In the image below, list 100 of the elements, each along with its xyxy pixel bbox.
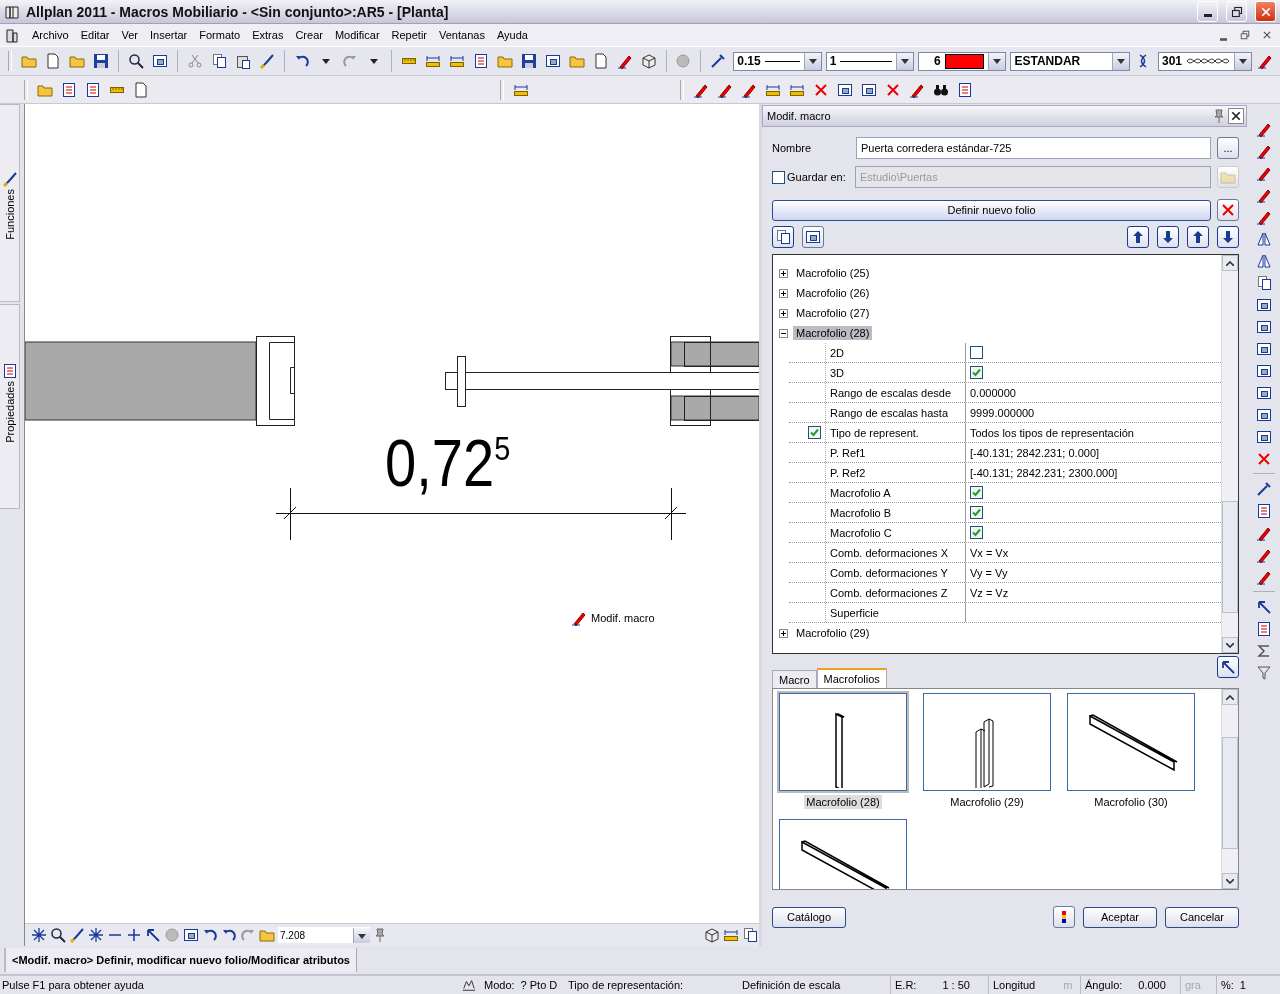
delete-button[interactable]	[1217, 199, 1239, 221]
property-value: [-40.131; 2842.231; 0.000]	[970, 446, 1100, 459]
scroll-down-icon[interactable]	[1226, 878, 1234, 884]
folder-icon	[68, 53, 85, 69]
window-icon	[837, 81, 853, 98]
hatch-dropdown[interactable]: 301	[1158, 51, 1253, 71]
macro-thumbnail[interactable]	[779, 819, 907, 889]
window-icon	[151, 53, 168, 69]
move-button[interactable]	[1187, 226, 1209, 248]
checkbox[interactable]	[970, 506, 983, 519]
field-label: Guardar en:	[787, 171, 847, 183]
menu-item[interactable]: Insertar	[149, 29, 188, 41]
scroll-up-icon[interactable]	[1226, 694, 1234, 700]
tree-item[interactable]: Macrofolio (27)	[793, 306, 873, 320]
checkbox[interactable]	[970, 346, 983, 359]
checkbox[interactable]	[970, 526, 983, 539]
asterisk-icon	[30, 927, 47, 943]
macro-thumbnail[interactable]	[923, 693, 1051, 791]
menu-item[interactable]: Repetir	[391, 29, 427, 41]
floppy-icon	[520, 53, 537, 69]
minimize-icon	[1219, 37, 1227, 41]
tab[interactable]: Macrofolios	[816, 668, 887, 688]
hatch-pattern-icon	[1186, 55, 1231, 67]
property-name: P. Ref2	[825, 463, 965, 482]
property-value: 9999.000000	[970, 406, 1035, 419]
cross-icon	[1255, 450, 1272, 467]
tree-item[interactable]: Macrofolio (25)	[793, 266, 873, 280]
define-folio-button[interactable]: Definir nuevo folio	[772, 199, 1211, 221]
window-icon	[182, 927, 199, 943]
layer-dropdown[interactable]: ESTANDAR	[1010, 51, 1130, 71]
command-prompt: <Modif. macro> Definir, modificar nuevo folio/Modificar atributos	[4, 948, 357, 972]
tree-item[interactable]: Macrofolio (28)	[793, 326, 873, 340]
side-tab[interactable]: Propiedades	[0, 304, 20, 509]
side-tab[interactable]: Funciones	[0, 104, 20, 302]
property-name: 3D	[825, 363, 965, 382]
move-button[interactable]	[1157, 226, 1179, 248]
checkbox[interactable]	[970, 366, 983, 379]
dimension-icon	[424, 53, 441, 69]
property-name: Comb. deformaciones Y	[825, 563, 965, 582]
move-button[interactable]	[1127, 226, 1149, 248]
restore-button[interactable]	[1226, 1, 1247, 22]
menu-item[interactable]: Editar	[80, 29, 110, 41]
color-button[interactable]	[1053, 906, 1075, 928]
browse-button[interactable]: ...	[1217, 137, 1239, 159]
cancel-button[interactable]: Cancelar	[1165, 906, 1239, 928]
drawing-canvas[interactable]: 0,72$^{5}$ Modif. macro	[25, 104, 759, 923]
menu-item[interactable]: Modificar	[334, 29, 380, 41]
status-value: 1 : 50	[942, 979, 970, 991]
move-button[interactable]	[1217, 226, 1239, 248]
brush-icon	[68, 927, 85, 943]
window-icon	[861, 81, 877, 98]
macro-thumbnail[interactable]	[779, 693, 907, 791]
window-icon	[544, 53, 561, 69]
scroll-up-icon[interactable]	[1226, 260, 1234, 266]
checkbox[interactable]	[970, 486, 983, 499]
macro-thumbnail[interactable]	[1067, 693, 1195, 791]
undo-icon	[293, 53, 310, 69]
color-dots-icon	[1061, 909, 1067, 925]
scroll-down-icon[interactable]	[1226, 642, 1234, 648]
folder-icon	[568, 53, 585, 69]
checkbox[interactable]	[808, 426, 821, 439]
menu-item[interactable]: Ver	[121, 29, 138, 41]
menu-item[interactable]: Archivo	[32, 29, 69, 41]
group-button[interactable]	[802, 226, 824, 248]
add-button[interactable]	[772, 226, 794, 248]
cursor-label: Modif. macro	[591, 612, 655, 624]
status-text: Ángulo:	[1085, 979, 1123, 991]
accept-button[interactable]: Aceptar	[1083, 906, 1157, 928]
status-text: Modo:	[484, 979, 515, 991]
circle-icon	[675, 53, 692, 69]
zoom-dropdown[interactable]: 7.208	[278, 927, 370, 943]
folder-icon	[1220, 169, 1236, 185]
window-icon	[1255, 428, 1272, 445]
catalog-button[interactable]: Catálogo	[772, 906, 846, 928]
pen-dropdown[interactable]: 0.15	[733, 51, 822, 71]
minimize-button[interactable]	[1197, 1, 1218, 22]
window-icon	[1255, 384, 1272, 401]
menu-item[interactable]: Ayuda	[496, 29, 528, 41]
close-button[interactable]	[1228, 108, 1244, 124]
menu-item[interactable]: Formato	[199, 29, 241, 41]
tab[interactable]: Macro	[772, 670, 817, 688]
scrollbar[interactable]	[1221, 689, 1238, 889]
name-field[interactable]: Puerta corredera estándar-725	[856, 137, 1211, 159]
line-dropdown[interactable]: 1	[825, 51, 915, 71]
color-dropdown[interactable]: 6	[918, 51, 1007, 71]
circle-icon	[163, 927, 180, 943]
menu-item[interactable]: Crear	[295, 29, 323, 41]
status-value: 0.000	[1138, 979, 1166, 991]
redo-icon	[239, 927, 256, 943]
copy-icon	[775, 229, 791, 245]
tree-item[interactable]: Macrofolio (29)	[793, 626, 873, 640]
thumbnail-label: Macrofolio (30)	[1093, 795, 1169, 809]
cube-icon	[640, 53, 657, 69]
menu-item[interactable]: Extras	[252, 29, 284, 41]
pick-button[interactable]	[1217, 656, 1239, 678]
ruler-icon	[110, 86, 124, 93]
tree-item[interactable]: Macrofolio (26)	[793, 286, 873, 300]
property-value: Vy = Vy	[970, 566, 1008, 579]
menu-item[interactable]: Ventanas	[439, 29, 485, 41]
scrollbar[interactable]	[1221, 255, 1238, 653]
